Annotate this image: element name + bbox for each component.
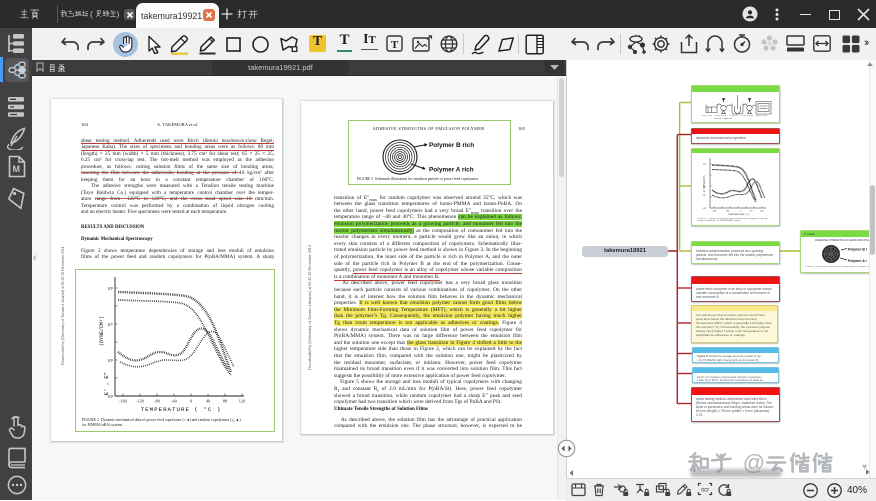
svg-text:120: 120 (239, 399, 245, 404)
svg-text:@: @ (743, 452, 765, 473)
svg-text:E′ , E″: E′ , E″ (103, 372, 110, 395)
svg-text:10³: 10³ (703, 207, 706, 210)
svg-text:0: 0 (740, 211, 742, 213)
svg-text:-80: -80 (726, 211, 730, 213)
svg-text:Downloaded by [University of T: Downloaded by [University of Toronto Lib… (307, 245, 312, 370)
svg-text:-120: -120 (136, 399, 144, 404)
svg-text:Polymer A rich: Polymer A rich (429, 167, 474, 174)
svg-text:80: 80 (223, 399, 227, 404)
svg-text:-80: -80 (154, 399, 160, 404)
svg-text:ocr: ocr (701, 488, 709, 494)
svg-text:120: 120 (760, 211, 764, 213)
svg-text:10⁵: 10⁵ (107, 358, 113, 363)
svg-text:10⁹: 10⁹ (703, 164, 706, 166)
svg-text:10⁷: 10⁷ (107, 322, 113, 327)
svg-text:10⁹: 10⁹ (107, 286, 113, 291)
svg-text:-160: -160 (119, 399, 127, 404)
svg-text:E′ , E″ (DYNE/CM²): E′ , E″ (DYNE/CM²) (703, 175, 706, 196)
svg-text:0: 0 (190, 399, 192, 404)
svg-text:Polymer B rich: Polymer B rich (848, 248, 867, 252)
svg-text:Polymer B rich: Polymer B rich (429, 142, 474, 149)
svg-text:T: T (391, 39, 399, 51)
svg-text:-160: -160 (712, 211, 717, 213)
svg-text:TEMPERATURE ( °C ): TEMPERATURE ( °C ) (141, 406, 222, 413)
svg-text:40: 40 (206, 399, 210, 404)
svg-text:Polymer A rich: Polymer A rich (848, 259, 867, 263)
svg-text:Downloaded by [University of T: Downloaded by [University of Toronto Lib… (61, 247, 65, 365)
svg-text:(DYNE/CM²): (DYNE/CM²) (99, 316, 105, 346)
svg-text:M: M (13, 164, 21, 174)
svg-text:40: 40 (750, 211, 753, 213)
svg-text:TEMPERATURE ( °C ): TEMPERATURE ( °C ) (728, 213, 750, 216)
svg-text:-40: -40 (171, 399, 177, 404)
